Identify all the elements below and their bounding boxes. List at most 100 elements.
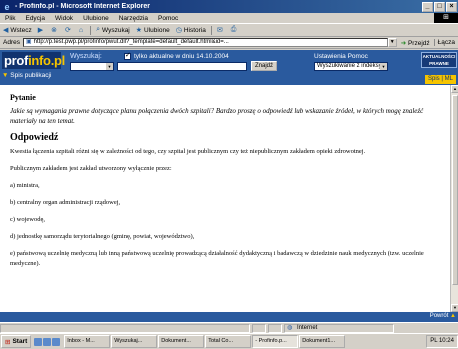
history-label: Historia	[183, 26, 206, 34]
menu-edit[interactable]: Edycja	[20, 15, 50, 22]
maximize-button[interactable]: □	[434, 1, 445, 12]
ie-logo-icon: e	[4, 1, 10, 12]
minimize-button[interactable]: _	[422, 1, 433, 12]
address-dropdown-button[interactable]: ▼	[387, 38, 397, 47]
menu-help[interactable]: Pomoc	[153, 15, 183, 22]
address-label: Adres	[3, 39, 20, 46]
menu-file[interactable]: Plik	[0, 15, 20, 22]
globe-icon: ◍	[287, 324, 293, 331]
address-bar: Adres ▣ http://p.test.pwp.pl/profinfo/pw…	[0, 37, 458, 49]
profinfo-logo[interactable]: profinfo.pl	[2, 52, 65, 69]
favorites-button[interactable]: ★ Ulubione	[133, 26, 173, 35]
logo-main-text: prof	[4, 53, 29, 68]
taskbar-task-active[interactable]: - Profinfo.p...	[252, 335, 299, 348]
scroll-down-button[interactable]: ▼	[451, 304, 458, 312]
triangle-down-icon: ▼	[2, 72, 9, 79]
forward-button[interactable]: ▶	[35, 26, 48, 34]
mail-button[interactable]: ✉	[214, 26, 228, 34]
title-bar: e - Profinfo.pl - Microsoft Internet Exp…	[0, 0, 458, 13]
search-mode-select[interactable]: Wyszukiwanie z indeksy... ▼	[314, 62, 388, 71]
menu-favorites[interactable]: Ulubione	[78, 15, 114, 22]
standard-toolbar: ◀ Wstecz ▶ ⊗ ⟳ ⌂ ⌕ Wyszukaj ★ Ulubione ◷…	[0, 24, 458, 37]
back-link[interactable]: Powrót ▲	[430, 313, 456, 319]
history-button[interactable]: ◷ Historia	[173, 26, 209, 35]
security-zone: ◍ Internet	[284, 323, 394, 333]
links-button[interactable]: Łącza	[433, 39, 458, 46]
menu-bar: Plik Edycja Widok Ulubione Narzędzia Pom…	[0, 13, 458, 24]
search-mode-value: Wyszukiwanie z indeksy...	[317, 63, 387, 69]
favorites-icon: ★	[135, 27, 143, 34]
quick-launch-icon[interactable]	[43, 337, 52, 346]
history-icon: ◷	[175, 27, 182, 34]
print-button[interactable]: ⎙	[228, 26, 242, 34]
page-icon: ▣	[25, 39, 32, 45]
article-content: Pytanie Jakie są wymagania prawne dotycz…	[0, 85, 450, 312]
spis-ml-tab[interactable]: Spis | ML	[425, 75, 456, 84]
search-label: Wyszukaj	[102, 26, 130, 34]
start-label: Start	[12, 338, 28, 345]
find-button[interactable]: Znajdź	[251, 61, 277, 71]
answer-paragraph: Kwestia łączenia szpitali różni się w za…	[10, 148, 366, 155]
search-button[interactable]: ⌕ Wyszukaj	[93, 26, 133, 34]
only-current-label: tylko aktualne w dniu 14.10.2004	[134, 53, 229, 60]
status-text-cell	[0, 323, 250, 333]
publications-list-link[interactable]: ▼ Spis publikacji	[2, 72, 51, 79]
taskbar-task[interactable]: Dokument...	[158, 335, 205, 348]
home-button[interactable]: ⌂	[76, 27, 88, 34]
windows-logo-icon: ⊞	[434, 13, 458, 23]
publications-list-label: Spis publikacji	[10, 72, 52, 79]
scroll-up-button[interactable]: ▲	[451, 85, 458, 93]
site-search-label: Wyszukaj:	[70, 53, 102, 60]
scroll-thumb[interactable]	[452, 95, 458, 285]
refresh-button[interactable]: ⟳	[62, 26, 76, 34]
chevron-down-icon: ▼	[106, 63, 113, 70]
system-tray-clock[interactable]: PL 10:24	[426, 335, 458, 348]
close-button[interactable]: ×	[446, 1, 457, 12]
taskbar-task[interactable]: Inbox - M...	[64, 335, 111, 348]
refresh-icon: ⟳	[64, 27, 71, 34]
back-button[interactable]: ◀ Wstecz	[0, 26, 35, 35]
site-search-input[interactable]	[117, 62, 247, 71]
list-item: b) centralny organ administracji rządowe…	[10, 199, 121, 206]
only-current-checkbox[interactable]	[124, 51, 131, 60]
windows-flag-icon: ⊞	[5, 338, 11, 346]
home-icon: ⌂	[78, 26, 84, 34]
arrow-up-icon: ▲	[450, 313, 456, 319]
list-item: d) jednostkę samorządu terytorialnego (g…	[10, 233, 195, 240]
print-icon: ⎙	[230, 26, 237, 33]
menu-tools[interactable]: Narzędzia	[114, 15, 153, 22]
taskbar-task[interactable]: Dokument1...	[299, 335, 346, 348]
go-button[interactable]: ➜ Przejdź	[397, 39, 434, 47]
vertical-scrollbar[interactable]: ▲ ▼	[450, 85, 458, 312]
go-arrow-icon: ➜	[400, 39, 407, 47]
status-empty-cell	[252, 323, 266, 333]
chevron-down-icon: ▼	[380, 63, 387, 70]
answer-paragraph: Publicznym zakładem jest zakład utworzon…	[10, 165, 172, 172]
question-heading: Pytanie	[10, 93, 36, 102]
list-item: a) ministra,	[10, 182, 40, 189]
go-label: Przejdź	[407, 39, 430, 47]
category-select[interactable]: ▼	[70, 62, 114, 71]
quick-launch	[34, 337, 61, 346]
search-icon: ⌕	[96, 26, 100, 33]
start-button[interactable]: ⊞ Start	[1, 335, 32, 348]
favorites-label: Ulubione	[144, 26, 170, 34]
taskbar-task[interactable]: Total Co...	[205, 335, 252, 348]
address-input[interactable]: ▣ http://p.test.pwp.pl/profinfo/pwut.dll…	[22, 38, 388, 47]
site-footer-strip: Powrót ▲	[0, 312, 458, 322]
back-link-label: Powrót	[429, 313, 449, 319]
logo-accent-text: info.pl	[28, 53, 65, 68]
settings-help-links[interactable]: Ustawienia Pomoc	[314, 53, 368, 60]
back-label: Wstecz	[10, 26, 32, 34]
status-empty-cell	[268, 323, 282, 333]
toolbar-divider	[90, 25, 92, 35]
stop-button[interactable]: ⊗	[48, 26, 62, 34]
quick-launch-icon[interactable]	[52, 337, 61, 346]
brand-banner[interactable]: AKTUALNOŚCI PRAWNE	[421, 52, 457, 68]
stop-icon: ⊗	[51, 27, 57, 34]
menu-view[interactable]: Widok	[50, 15, 78, 22]
quick-launch-icon[interactable]	[34, 337, 43, 346]
toolbar-divider	[210, 25, 212, 35]
taskbar: ⊞ Start Inbox - M... Wyszukaj... Dokumen…	[0, 333, 458, 349]
taskbar-task[interactable]: Wyszukaj...	[111, 335, 158, 348]
